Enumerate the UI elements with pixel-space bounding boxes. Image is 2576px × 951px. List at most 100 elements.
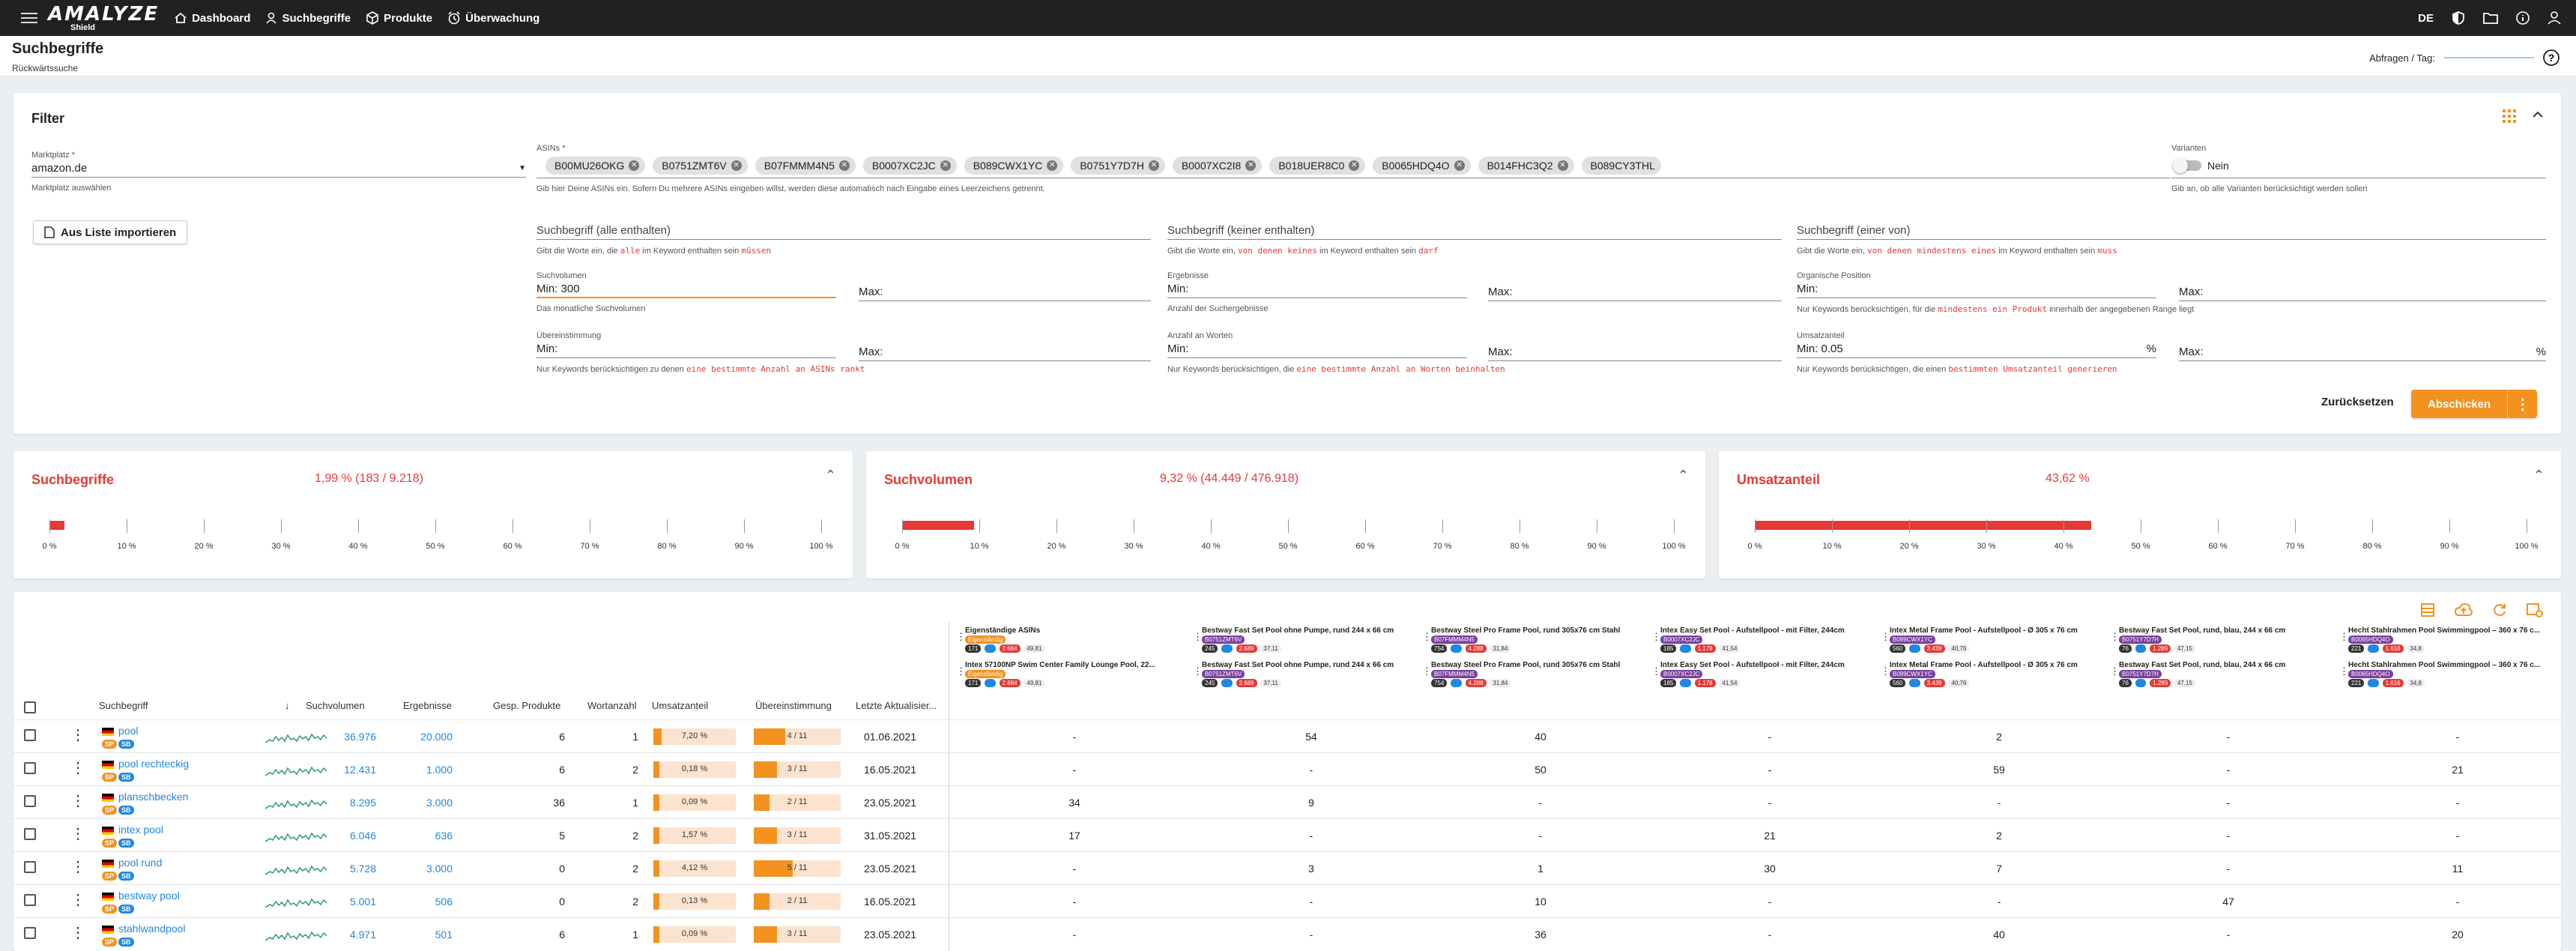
uebereinstimmung-max-input[interactable]: Max:: [859, 343, 1151, 361]
logo[interactable]: AMALYZE Shield: [48, 4, 159, 32]
row-checkbox[interactable]: [24, 828, 36, 840]
sb-all-field[interactable]: Suchbegriff (alle enthalten) Gibt die Wo…: [536, 222, 1151, 256]
close-icon[interactable]: ✕: [1148, 160, 1159, 171]
close-icon[interactable]: ✕: [1454, 160, 1465, 171]
asin-chip[interactable]: B0007XC2I8 ✕: [1172, 156, 1263, 175]
nav-produkte[interactable]: Produkte: [366, 11, 432, 25]
asin-column-header[interactable]: ⋮ Bestway Steel Pro Frame Pool, rund 305…: [1422, 627, 1648, 694]
results-count[interactable]: 3.000: [403, 863, 453, 875]
header-letzte-aktualisierung[interactable]: Letzte Aktualisier...: [856, 700, 937, 711]
asin-column-header[interactable]: ⋮ Intex Easy Set Pool - Aufstellpool - m…: [1651, 627, 1878, 694]
language-selector[interactable]: DE: [2418, 12, 2434, 25]
chevron-up-icon[interactable]: ⌃: [1678, 468, 1689, 483]
more-vert-icon[interactable]: ⋮: [70, 893, 85, 908]
keyword-link[interactable]: pool rund: [118, 857, 162, 869]
table-row[interactable]: ⋮ pool rund SP SB 5.728 3.000 0 2 4,12 %…: [13, 851, 2561, 884]
close-icon[interactable]: ✕: [838, 160, 850, 171]
sb-one-input[interactable]: Suchbegriff (einer von): [1797, 222, 2546, 240]
asins-field[interactable]: ASINs * B00MU26OKG ✕ B0751ZMT6V ✕ B07FMMM4…: [536, 144, 2170, 193]
keyword-link[interactable]: pool: [118, 725, 138, 737]
row-checkbox[interactable]: [24, 894, 36, 906]
table-icon[interactable]: [2420, 603, 2435, 618]
more-vert-icon[interactable]: ⋮: [956, 665, 966, 677]
organische-max-field[interactable]: Max:: [2179, 283, 2546, 301]
keyword-link[interactable]: intex pool: [118, 824, 163, 836]
table-row[interactable]: ⋮ pool rechteckig SP SB 12.431 1.000 6 2…: [13, 752, 2561, 785]
more-vert-icon[interactable]: ⋮: [1422, 631, 1432, 643]
marketplace-select[interactable]: amazon.de ▼: [31, 160, 526, 178]
nav-suchbegriffe[interactable]: Suchbegriffe: [265, 12, 351, 25]
search-volume[interactable]: 5.728: [331, 863, 376, 875]
more-vert-icon[interactable]: ⋮: [1651, 631, 1661, 643]
close-icon[interactable]: ✕: [731, 160, 742, 171]
folder-icon[interactable]: [2483, 12, 2498, 24]
row-checkbox[interactable]: [24, 795, 36, 807]
keyword-link[interactable]: pool rechteckig: [118, 758, 189, 770]
reset-button[interactable]: Zurücksetzen: [2321, 396, 2394, 408]
header-umsatzanteil[interactable]: Umsatzanteil: [652, 700, 708, 711]
wortanzahl-min-input[interactable]: Min:: [1167, 340, 1467, 358]
asin-chip[interactable]: B0065HDQ4O ✕: [1373, 156, 1471, 175]
marketplace-field[interactable]: Marktplatz * amazon.de ▼ Marktplatz auswä…: [31, 151, 526, 193]
wortanzahl-max-field[interactable]: Max:: [1488, 343, 1782, 361]
asin-chip[interactable]: B0751Y7D7H ✕: [1071, 156, 1165, 175]
select-all-checkbox[interactable]: [24, 701, 36, 713]
asin-chip[interactable]: B089CWX1YC ✕: [964, 156, 1064, 175]
more-vert-icon[interactable]: ⋮: [1193, 665, 1203, 677]
sb-none-field[interactable]: Suchbegriff (keiner enthalten) Gibt die …: [1167, 222, 1782, 256]
more-vert-icon[interactable]: ⋮: [70, 926, 85, 941]
chevron-up-icon[interactable]: [2533, 111, 2543, 118]
header-wortanzahl[interactable]: Wortanzahl: [587, 700, 637, 711]
sb-none-input[interactable]: Suchbegriff (keiner enthalten): [1167, 222, 1782, 240]
header-suchvolumen[interactable]: Suchvolumen: [306, 700, 365, 711]
row-checkbox[interactable]: [24, 927, 36, 939]
more-vert-icon[interactable]: ⋮: [2507, 390, 2537, 418]
row-checkbox[interactable]: [24, 861, 36, 873]
more-vert-icon[interactable]: ⋮: [2110, 665, 2120, 677]
search-volume[interactable]: 36.976: [331, 731, 376, 743]
sort-desc-icon[interactable]: ↓: [285, 700, 290, 711]
umsatzanteil-max-field[interactable]: Max:%: [2179, 343, 2546, 361]
more-vert-icon[interactable]: ⋮: [2339, 665, 2349, 677]
asin-chip[interactable]: B0007XC2JC ✕: [862, 156, 957, 175]
keyword-link[interactable]: bestway pool: [118, 890, 180, 902]
table-row[interactable]: ⋮ pool SP SB 36.976 20.000 6 1 7,20 % 4 …: [13, 719, 2561, 752]
close-icon[interactable]: ✕: [1047, 160, 1058, 171]
table-row[interactable]: ⋮ intex pool SP SB 6.046 636 5 2 1,57 % …: [13, 818, 2561, 851]
asin-column-header[interactable]: ⋮ Bestway Fast Set Pool, rund, blau, 244…: [2110, 627, 2336, 694]
refresh-icon[interactable]: [2492, 603, 2507, 618]
cloud-upload-icon[interactable]: [2455, 603, 2473, 618]
asin-chip[interactable]: B014FHC3Q2 ✕: [1478, 156, 1574, 175]
more-vert-icon[interactable]: ⋮: [70, 794, 85, 809]
close-icon[interactable]: ✕: [1245, 160, 1257, 171]
more-vert-icon[interactable]: ⋮: [1881, 665, 1890, 677]
search-volume[interactable]: 5.001: [331, 896, 376, 908]
chevron-up-icon[interactable]: ⌃: [2533, 468, 2545, 483]
organische-max-input[interactable]: Max:: [2179, 283, 2546, 301]
results-count[interactable]: 636: [403, 830, 453, 842]
more-vert-icon[interactable]: ⋮: [1881, 631, 1890, 643]
results-count[interactable]: 20.000: [403, 731, 453, 743]
search-volume[interactable]: 4.971: [331, 929, 376, 941]
varianten-toggle[interactable]: [2173, 157, 2201, 173]
nav-ueberwachung[interactable]: Überwachung: [447, 11, 539, 25]
asin-column-header[interactable]: ⋮ Eigenständige ASINs Eigenständig 171 2…: [956, 627, 1182, 694]
close-icon[interactable]: ✕: [1557, 160, 1568, 171]
more-vert-icon[interactable]: ⋮: [1422, 665, 1432, 677]
header-uebereinstimmung[interactable]: Übereinstimmung: [755, 700, 832, 711]
uebereinstimmung-max-field[interactable]: Max:: [859, 343, 1151, 361]
grid-view-icon[interactable]: [2503, 109, 2516, 123]
search-volume[interactable]: 12.431: [331, 764, 376, 776]
asin-chip[interactable]: B089CY3THL: [1581, 156, 1661, 175]
more-vert-icon[interactable]: ⋮: [70, 860, 85, 875]
asin-column-header[interactable]: ⋮ Hecht Stahlrahmen Pool Swimmingpool – …: [2339, 627, 2561, 694]
help-icon[interactable]: ?: [2543, 49, 2560, 66]
results-count[interactable]: 1.000: [403, 764, 453, 776]
uebereinstimmung-min-input[interactable]: Min:: [536, 340, 836, 358]
more-vert-icon[interactable]: ⋮: [1193, 631, 1203, 643]
ergebnisse-max-input[interactable]: Max:: [1488, 283, 1782, 301]
header-ergebnisse[interactable]: Ergebnisse: [403, 700, 452, 711]
organische-min-input[interactable]: Min:: [1797, 280, 2156, 298]
ergebnisse-max-field[interactable]: Max:: [1488, 283, 1782, 301]
suchvolumen-max-input[interactable]: Max:: [859, 283, 1151, 301]
